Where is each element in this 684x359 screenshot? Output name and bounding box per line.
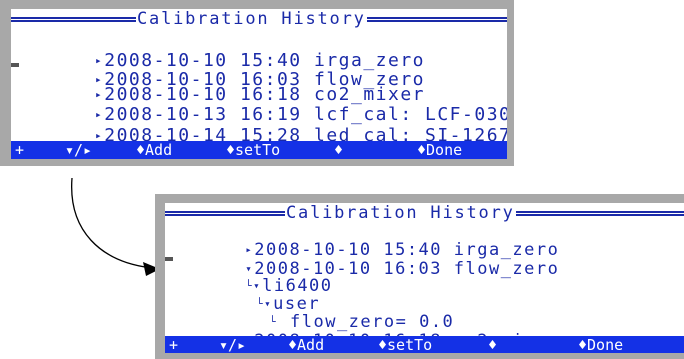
blank-key[interactable]: ♦: [488, 336, 497, 354]
plus-key[interactable]: +: [15, 141, 24, 159]
title-rule-left: [11, 17, 136, 22]
add-key[interactable]: ♦Add: [136, 141, 172, 159]
page-title: Calibration History: [137, 9, 366, 29]
row-cursor: [11, 63, 19, 67]
title-rule-right: [515, 211, 684, 216]
plus-key[interactable]: +: [169, 336, 178, 354]
title-bar: Calibration History: [165, 204, 684, 223]
expand-collapse-key[interactable]: ▾/▸: [65, 141, 92, 159]
bottom-screen: Calibration History ▸2008-10-10 15:40 ir…: [165, 203, 684, 353]
expand-collapse-key[interactable]: ▾/▸: [219, 336, 246, 354]
function-key-bar: + ▾/▸ ♦Add ♦setTo ♦ ♦Done: [165, 336, 684, 353]
done-key[interactable]: ♦Done: [417, 141, 462, 159]
title-bar: Calibration History: [11, 10, 507, 29]
blank-key[interactable]: ♦: [334, 141, 343, 159]
title-rule-left: [165, 211, 285, 216]
setto-key[interactable]: ♦setTo: [226, 141, 280, 159]
setto-key[interactable]: ♦setTo: [378, 336, 432, 354]
top-screen: Calibration History ▸2008-10-10 15:40 ir…: [11, 9, 507, 159]
function-key-bar: + ▾/▸ ♦Add ♦setTo ♦ ♦Done: [11, 141, 507, 159]
expand-triangle-icon[interactable]: ▸: [95, 130, 103, 141]
add-key[interactable]: ♦Add: [288, 336, 324, 354]
row-cursor: [165, 257, 173, 261]
page-title: Calibration History: [286, 203, 515, 223]
title-rule-right: [366, 17, 507, 22]
done-key[interactable]: ♦Done: [578, 336, 623, 354]
top-panel-frame: Calibration History ▸2008-10-10 15:40 ir…: [0, 0, 514, 166]
bottom-panel-frame: Calibration History ▸2008-10-10 15:40 ir…: [155, 194, 684, 359]
